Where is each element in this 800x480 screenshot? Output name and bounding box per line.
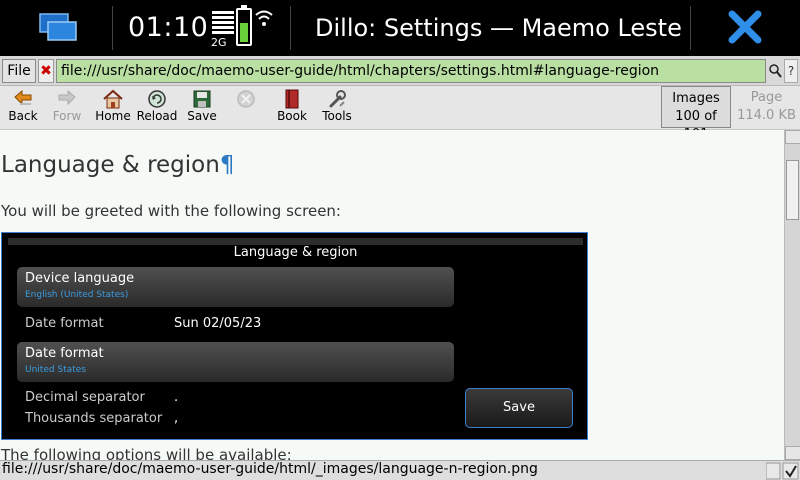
location-bar: File ✖ ?: [0, 56, 800, 86]
images-label: Images: [672, 91, 720, 106]
clock[interactable]: 01:10: [128, 12, 208, 43]
bookmarks-button[interactable]: Book: [272, 89, 312, 127]
close-icon: [728, 10, 762, 44]
divider: [290, 6, 291, 50]
clear-url-button[interactable]: ✖: [38, 59, 54, 83]
options-paragraph: The following options will be available:: [1, 446, 292, 460]
search-button[interactable]: [768, 59, 782, 83]
date-format-box-title: Date format: [25, 346, 104, 361]
floppy-disk-icon: [193, 90, 211, 108]
language-region-screenshot[interactable]: Language & region Device language Englis…: [1, 232, 588, 440]
book-icon: [285, 89, 299, 109]
reload-icon: [148, 90, 166, 108]
thousands-separator-label: Thousands separator: [25, 411, 163, 426]
error-indicator-icon[interactable]: [765, 462, 800, 480]
file-menu-button[interactable]: File: [2, 59, 36, 83]
home-icon: [103, 89, 123, 109]
network-type: 2G: [211, 36, 227, 49]
url-input[interactable]: [56, 59, 766, 83]
page-label: Page: [750, 90, 783, 105]
screenshot-save-button: Save: [465, 388, 573, 428]
help-button[interactable]: ?: [784, 59, 798, 83]
wifi-icon: [255, 10, 273, 26]
forward-button[interactable]: Forw: [46, 89, 88, 127]
status-icons: [765, 462, 800, 480]
back-button[interactable]: Back: [2, 89, 44, 127]
home-button[interactable]: Home: [92, 89, 134, 127]
device-language-picker: Device language English (United States): [17, 267, 454, 307]
browser-status-bar: file:///usr/share/doc/maemo-user-guide/h…: [0, 460, 800, 480]
stop-icon: [237, 90, 255, 108]
window-title[interactable]: Dillo: Settings — Maemo Leste Use...: [315, 14, 690, 42]
scrollbar-thumb[interactable]: [786, 160, 799, 220]
divider: [112, 6, 113, 50]
battery-level: [240, 23, 248, 42]
reload-label: Reload: [136, 109, 178, 123]
home-label: Home: [95, 109, 131, 123]
status-link-url: file:///usr/share/doc/maemo-user-guide/h…: [2, 461, 538, 477]
permalink-anchor[interactable]: ¶: [220, 152, 235, 178]
forward-label: Forw: [52, 109, 82, 123]
date-format-label: Date format: [25, 316, 104, 331]
decimal-separator-label: Decimal separator: [25, 390, 145, 405]
heading-text: Language & region: [1, 152, 220, 178]
images-toggle-button[interactable]: Images 100 of 101: [661, 86, 731, 142]
back-arrow-icon: [14, 89, 32, 106]
scroll-up-button[interactable]: [785, 130, 800, 144]
device-language-title: Device language: [25, 271, 135, 286]
stop-button[interactable]: [228, 89, 264, 127]
save-label: Save: [187, 109, 217, 123]
date-format-picker: Date format United States: [17, 342, 454, 382]
tools-icon: [329, 90, 346, 108]
save-page-button[interactable]: Save: [182, 89, 222, 127]
divider: [690, 6, 691, 50]
book-label: Book: [277, 109, 307, 123]
search-icon: [769, 64, 782, 78]
close-window-button[interactable]: [718, 0, 800, 56]
back-label: Back: [8, 109, 38, 123]
section-heading: Language & region¶: [1, 152, 234, 178]
signal-strength-icon: [212, 11, 234, 37]
task-switcher-icon: [39, 13, 77, 41]
vertical-scrollbar[interactable]: [784, 130, 800, 460]
system-status-bar: 01:10 2G Dillo: Settings — Maemo Leste U…: [0, 0, 800, 56]
page-size-indicator: Page 114.0 KB: [733, 86, 800, 128]
scroll-down-button[interactable]: [785, 446, 800, 460]
date-format-value: Sun 02/05/23: [174, 316, 262, 331]
decimal-separator-value: .: [174, 390, 179, 405]
reload-button[interactable]: Reload: [135, 89, 179, 127]
intro-paragraph: You will be greeted with the following s…: [1, 202, 341, 220]
page-content[interactable]: Language & region¶ You will be greeted w…: [0, 130, 784, 460]
screenshot-title-bar: [8, 238, 583, 245]
task-switcher-button[interactable]: [0, 0, 112, 56]
page-size: 114.0 KB: [737, 108, 796, 123]
tools-label: Tools: [322, 109, 352, 123]
screenshot-title: Language & region: [233, 245, 358, 260]
device-language-value: English (United States): [25, 290, 129, 300]
tools-button[interactable]: Tools: [317, 89, 357, 127]
battery-icon: [236, 8, 252, 46]
date-format-box-value: United States: [25, 365, 86, 375]
forward-arrow-icon: [58, 89, 76, 106]
thousands-separator-value: ,: [174, 411, 179, 426]
